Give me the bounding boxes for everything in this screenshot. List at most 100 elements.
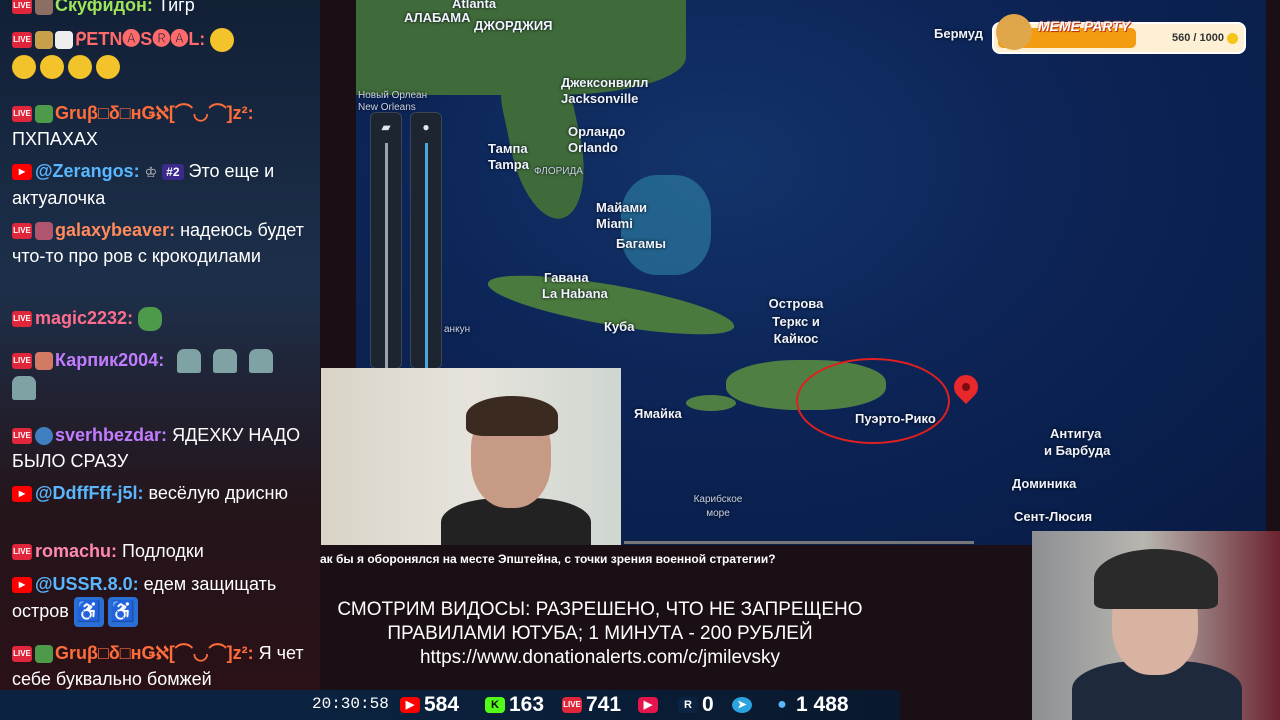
- youtube-badge-icon: ▶: [12, 164, 32, 181]
- youtube-icon: ▶: [400, 697, 420, 714]
- chat-username[interactable]: Gruβ□δ□нǤℵ[⌒◡⌒]z²:: [55, 103, 254, 123]
- donation-info: СМОТРИМ ВИДОСЫ: РАЗРЕШЕНО, ЧТО НЕ ЗАПРЕЩ…: [300, 598, 900, 670]
- chat-message: LIVE ᑭETN🅐S🅡🅐L:: [12, 26, 312, 79]
- emote-icon: [40, 54, 64, 79]
- chat-message: ▶ @Zerangos: ♔ #2 Это еще и актуалочка: [12, 158, 312, 211]
- streamer-webcam: [1032, 531, 1280, 720]
- map-label: Сент-Люсия: [1014, 509, 1093, 524]
- drop-icon: ●: [422, 120, 430, 134]
- telegram-icon: ➤: [732, 697, 752, 714]
- location-pin-icon[interactable]: [949, 370, 983, 404]
- pepe-emote-icon: [138, 307, 163, 332]
- emote-icon: [35, 222, 53, 241]
- live-icon: LIVE: [562, 697, 582, 714]
- wheelchair-emoji-icon: ♿: [73, 597, 104, 627]
- meme-party-title: MEME PARTY: [1038, 18, 1131, 34]
- emote-icon: [35, 105, 53, 124]
- coin-icon: [1227, 33, 1238, 44]
- chat-username[interactable]: Gruβ□δ□нǤℵ[⌒◡⌒]z²:: [55, 643, 254, 663]
- bender-emote-icon: [177, 349, 202, 374]
- vklive-viewers: LIVE 741: [562, 693, 621, 717]
- map-label: Острова: [768, 296, 824, 311]
- video-guest-webcam: [321, 368, 621, 545]
- live-badge-icon: LIVE: [12, 311, 32, 328]
- donation-line: СМОТРИМ ВИДОСЫ: РАЗРЕШЕНО, ЧТО НЕ ЗАПРЕЩ…: [337, 599, 863, 620]
- emote-icon: [35, 352, 53, 371]
- viewer-stats-bar: 20:30:58 ▶ 584 K 163 LIVE 741 ▶ R0 ➤ ● 1 488: [0, 690, 900, 720]
- slider-track[interactable]: [385, 143, 388, 368]
- chat-username[interactable]: Карпик2004:: [55, 350, 164, 370]
- chat-username[interactable]: ᑭETN🅐S🅡🅐L:: [75, 29, 205, 49]
- donation-link[interactable]: https://www.donationalerts.com/c/jmilevs…: [300, 646, 900, 670]
- rutube-viewers: ▶: [638, 693, 662, 717]
- wheelchair-emoji-icon: ♿: [107, 597, 138, 627]
- live-badge-icon: LIVE: [12, 544, 32, 561]
- total-viewers: ● 1 488: [772, 693, 849, 717]
- chat-username[interactable]: galaxybeaver:: [55, 220, 175, 240]
- youtube-badge-icon: ▶: [12, 486, 32, 503]
- emote-icon: [35, 0, 53, 16]
- chat-message: LIVE Gruβ□δ□нǤℵ[⌒◡⌒]z²: ПХПАХАХ: [12, 100, 312, 152]
- chat-message: LIVE Карпик2004:: [12, 347, 312, 400]
- stream-time: 20:30:58: [312, 695, 389, 713]
- highlight-circle: [796, 358, 950, 444]
- map-label: Jacksonville: [561, 91, 639, 106]
- emote-icon: [68, 54, 92, 79]
- rank-badge: #2: [162, 164, 184, 181]
- person-hair: [466, 396, 558, 436]
- rumble-viewers: R0: [678, 693, 714, 717]
- chat-text: ПХПАХАХ: [12, 129, 98, 149]
- chat-username[interactable]: sverhbezdar:: [55, 425, 167, 445]
- video-progress-bar[interactable]: [624, 541, 974, 544]
- youtube-viewers: ▶ 584: [400, 693, 459, 717]
- telegram: ➤: [732, 693, 756, 717]
- chat-panel: LIVE Скуфидон: Тигр LIVE ᑭETN🅐S🅡🅐L: LIVE Gr…: [0, 0, 320, 720]
- map-label: Бермуд: [934, 26, 983, 41]
- chat-username[interactable]: romachu:: [35, 541, 117, 561]
- r-icon: R: [678, 697, 698, 714]
- meme-party-widget: MEME PARTY 560 / 1000: [992, 14, 1246, 54]
- map-label: Антигуа: [1050, 426, 1102, 441]
- chat-username[interactable]: @DdffFff-j5l:: [35, 483, 144, 503]
- zoom-slider[interactable]: ●: [410, 112, 442, 369]
- vklive-count: 741: [586, 693, 622, 716]
- map-label: New Orleans: [358, 102, 416, 113]
- slider-track[interactable]: [425, 143, 428, 368]
- live-badge-icon: LIVE: [12, 428, 32, 445]
- map-label: ФЛОРИДА: [534, 166, 583, 177]
- map-label: и Барбуда: [1044, 443, 1111, 458]
- emote-icon: [35, 645, 53, 664]
- flag-icon: ▰: [381, 120, 391, 134]
- map-label: Кайкос: [773, 331, 819, 346]
- map-label: Tampa: [488, 157, 529, 172]
- map-label: море: [706, 508, 730, 519]
- chat-message: LIVE galaxybeaver: надеюсь будет что-то п…: [12, 217, 312, 269]
- chat-message: LIVE sverhbezdar: ЯДЕХКУ НАДО БЫЛО СРАЗУ: [12, 422, 312, 474]
- youtube-count: 584: [424, 693, 460, 716]
- map-label: La Habana: [542, 286, 608, 301]
- globe-emote-icon: [35, 427, 53, 446]
- chat-message: ▶ @DdffFff-j5l: весёлую дрисню: [12, 480, 312, 506]
- chat-username[interactable]: Скуфидон:: [55, 0, 153, 15]
- donation-line: ПРАВИЛАМИ ЮТУБА; 1 МИНУТА - 200 РУБЛЕЙ: [387, 623, 813, 644]
- bender-emote-icon: [213, 349, 238, 374]
- headphones-icon: [1094, 549, 1218, 609]
- emote-icon: [96, 54, 120, 79]
- live-badge-icon: LIVE: [12, 353, 32, 370]
- map-label: Багамы: [616, 236, 666, 251]
- map-label: ДЖОРДЖИЯ: [474, 18, 553, 33]
- layer-slider[interactable]: ▰: [370, 112, 402, 369]
- emote-icon: [12, 54, 36, 79]
- crown-icon: ♔: [144, 164, 158, 180]
- chat-username[interactable]: @Zerangos:: [35, 161, 140, 181]
- chat-username[interactable]: magic2232:: [35, 308, 133, 328]
- total-count: 1 488: [796, 693, 849, 716]
- jamaica-island: [686, 395, 736, 411]
- map-label: Теркс и: [772, 314, 820, 329]
- chat-username[interactable]: @USSR.8.0:: [35, 574, 139, 594]
- live-badge-icon: LIVE: [12, 223, 32, 240]
- map-label: Тампа: [488, 141, 528, 156]
- live-badge-icon: LIVE: [12, 646, 32, 663]
- map-label: Гавана: [544, 270, 589, 285]
- chat-text: весёлую дрисню: [148, 483, 288, 503]
